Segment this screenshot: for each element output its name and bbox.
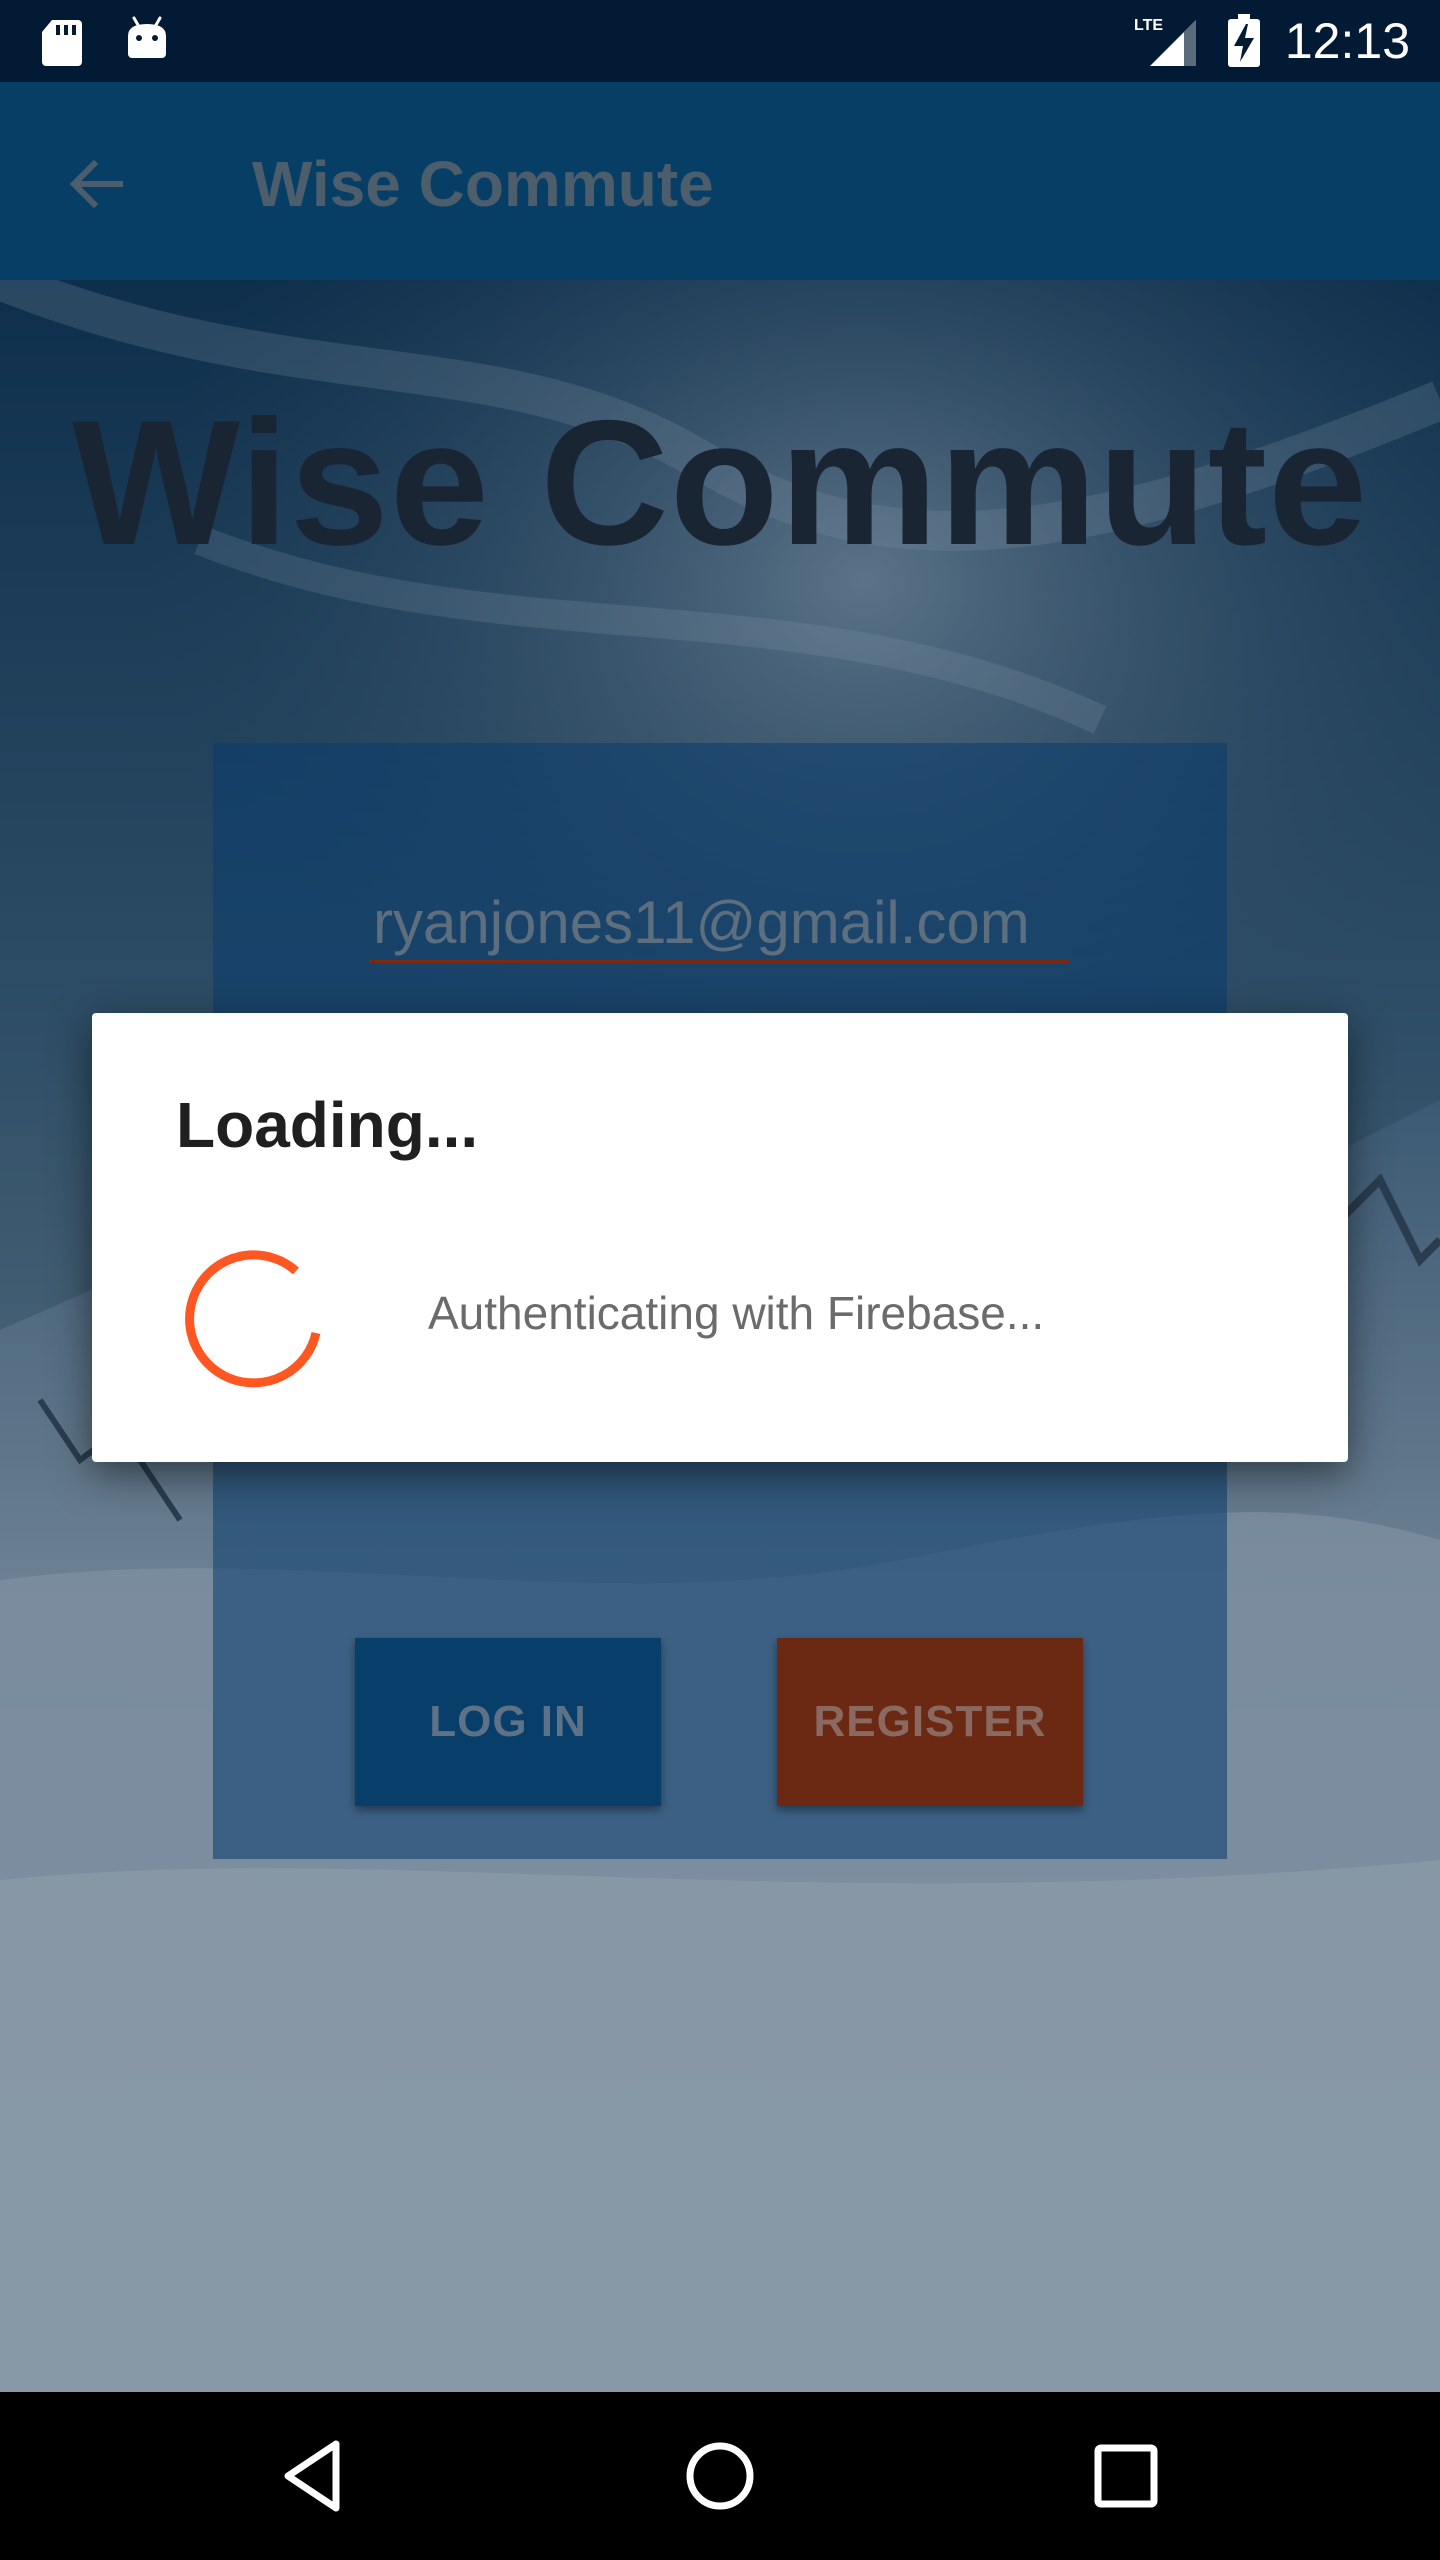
loading-dialog: Loading... Authenticating with Firebase.… [92,1013,1348,1462]
email-field[interactable]: ryanjones11@gmail.com [369,883,1069,963]
android-icon [128,16,166,58]
nav-back-icon[interactable] [270,2430,362,2522]
progress-spinner-icon [185,1250,321,1388]
app-title: Wise Commute [252,148,714,220]
clock: 12:13 [1284,13,1410,69]
dialog-message: Authenticating with Firebase... [428,1287,1045,1339]
screen: LTE 12:13 Wise Commute Wise Commute ryan… [0,0,1440,2560]
status-bar: LTE 12:13 [0,0,1440,82]
svg-text:LTE: LTE [1134,17,1163,34]
nav-home-icon[interactable] [674,2430,766,2522]
arrow-back-icon[interactable] [60,148,132,220]
navigation-bar [0,2392,1440,2560]
dialog-title: Loading... [176,1089,479,1161]
register-button[interactable]: REGISTER [777,1638,1083,1806]
login-button[interactable]: LOG IN [355,1638,661,1806]
sd-card-icon [42,20,82,66]
nav-recents-icon[interactable] [1080,2430,1172,2522]
battery-charging-icon [1228,14,1260,67]
lte-signal-icon: LTE [1134,17,1196,66]
app-bar: Wise Commute [0,82,1440,280]
hero-title: Wise Commute [71,383,1369,582]
